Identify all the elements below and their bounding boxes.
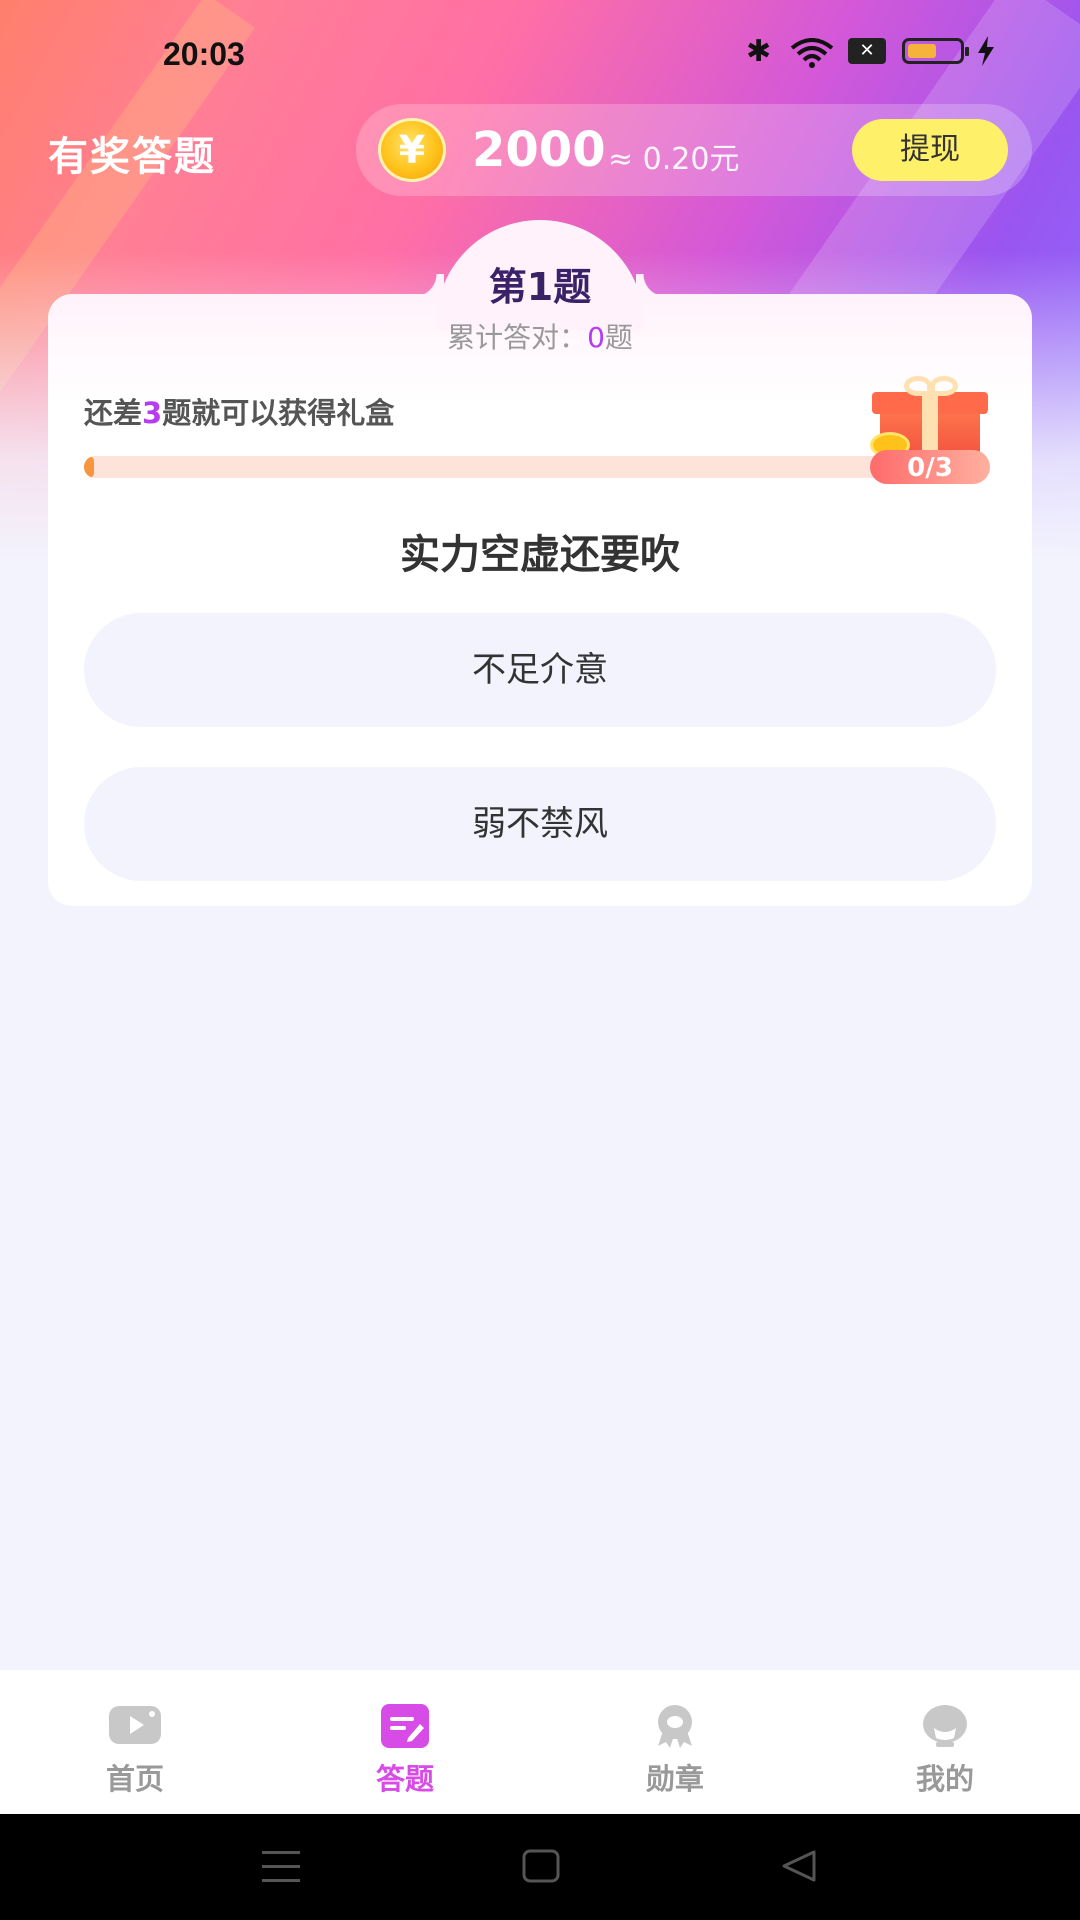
- nav-label-medal: 勋章: [645, 1762, 704, 1796]
- system-navigation-bar: [0, 1814, 1080, 1920]
- status-time: 20:03: [163, 36, 245, 72]
- gift-progress-bar: [84, 456, 990, 478]
- nav-label-home: 首页: [105, 1762, 164, 1796]
- gift-bow: [904, 376, 932, 396]
- quiz-edit-icon: [378, 1704, 432, 1748]
- bluetooth-icon: ✱: [746, 34, 772, 69]
- nav-item-medal[interactable]: 勋章: [540, 1670, 810, 1814]
- bottom-navigation: 首页 答题 勋章 我的: [0, 1670, 1080, 1814]
- question-number: 第1题: [488, 265, 592, 309]
- correct-count-unit: 题: [604, 321, 633, 354]
- battery-level: [908, 44, 936, 58]
- correct-count-label: 累计答对：: [447, 321, 588, 354]
- nav-item-profile[interactable]: 我的: [810, 1670, 1080, 1814]
- gift-hint-count: 3: [142, 396, 163, 430]
- page-title: 有奖答题: [48, 134, 216, 180]
- correct-count: 累计答对：0题: [0, 316, 1080, 356]
- coin-amount: 2000: [472, 122, 606, 178]
- sim-icon: ✕: [848, 38, 886, 64]
- gift-hint: 还差3题就可以获得礼盒: [84, 390, 394, 432]
- nav-label-profile: 我的: [915, 1762, 974, 1796]
- coin-icon: ¥: [378, 118, 446, 182]
- gift-progress-fill: [84, 456, 94, 478]
- nav-item-home[interactable]: 首页: [0, 1670, 270, 1814]
- status-bar: 20:03 ✱ ✕: [0, 0, 1080, 110]
- question-text: 实力空虚还要吹: [400, 532, 680, 578]
- battery-cap: [965, 47, 969, 56]
- withdraw-button[interactable]: 提现: [852, 119, 1008, 181]
- answer-option-2[interactable]: 弱不禁风: [84, 767, 996, 881]
- coin-balance-bar: ¥ 2000 ≈ 0.20元 提现: [356, 104, 1032, 196]
- home-video-icon: [108, 1704, 162, 1748]
- gift-hint-prefix: 还差: [84, 396, 143, 430]
- coin-approx-value: ≈ 0.20元: [608, 142, 740, 177]
- answer-option-1[interactable]: 不足介意: [84, 613, 996, 727]
- wifi-icon: [790, 38, 834, 72]
- charging-icon: [976, 36, 996, 70]
- home-icon[interactable]: [522, 1849, 560, 1887]
- gift-progress-count: 0/3: [870, 450, 990, 484]
- back-icon[interactable]: [780, 1849, 818, 1887]
- nav-item-quiz[interactable]: 答题: [270, 1670, 540, 1814]
- gift-bow: [930, 376, 958, 396]
- nav-label-quiz: 答题: [375, 1762, 434, 1796]
- correct-count-value: 0: [587, 321, 605, 354]
- medal-icon: [648, 1704, 702, 1748]
- gift-hint-suffix: 题就可以获得礼盒: [162, 396, 395, 430]
- menu-icon[interactable]: [262, 1849, 300, 1887]
- profile-icon: [918, 1704, 972, 1748]
- battery-icon: [902, 38, 969, 64]
